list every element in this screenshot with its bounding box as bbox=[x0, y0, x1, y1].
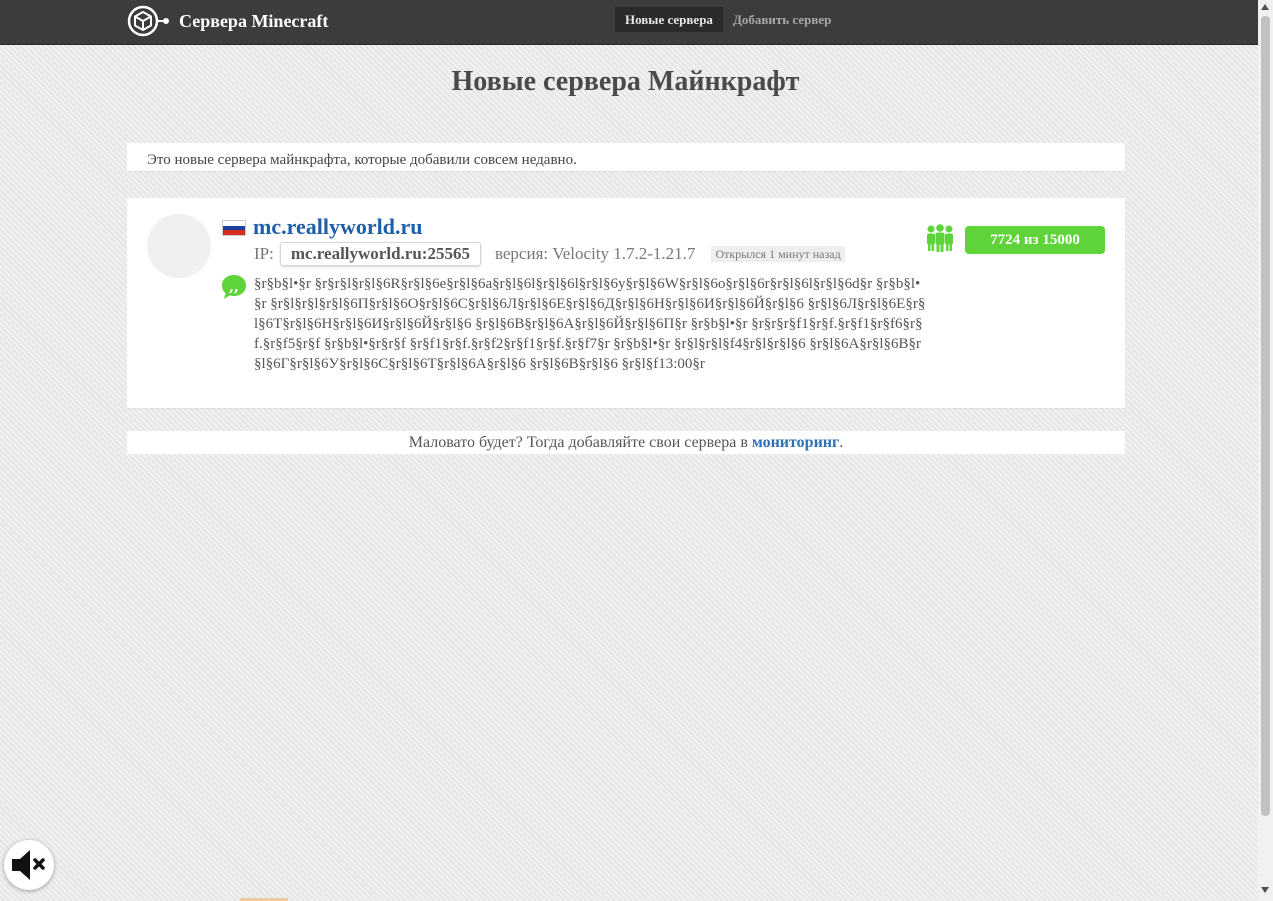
server-ip[interactable]: mc.reallyworld.ru:25565 bbox=[279, 242, 481, 266]
scroll-thumb[interactable] bbox=[1261, 16, 1270, 816]
nav-new-servers[interactable]: Новые сервера bbox=[615, 7, 723, 32]
server-motd: §r§b§l•§r §r§r§l§r§l§6R§r§l§6e§r§l§6a§r§… bbox=[254, 276, 926, 372]
footer-panel: Маловато будет? Тогда добавляйте свои се… bbox=[127, 431, 1125, 454]
scroll-down-arrow-icon[interactable] bbox=[1261, 887, 1269, 893]
ip-label: IP: bbox=[254, 244, 274, 263]
footer-text: Маловато будет? Тогда добавляйте свои се… bbox=[408, 434, 752, 451]
speaker-muted-icon bbox=[12, 850, 45, 880]
footer-text-end: . bbox=[839, 434, 844, 451]
players-icon bbox=[927, 224, 953, 252]
intro-text: Это новые сервера майнкрафта, которые до… bbox=[147, 152, 577, 168]
quote-icon: ,, bbox=[222, 275, 246, 299]
server-version: версия: Velocity 1.7.2-1.21.7 bbox=[494, 244, 696, 263]
main-nav: Новые сервера Добавить сервер bbox=[615, 7, 841, 32]
mute-button[interactable] bbox=[4, 840, 54, 890]
svg-text:,,: ,, bbox=[229, 279, 239, 295]
scroll-up-arrow-icon[interactable] bbox=[1261, 4, 1269, 10]
russia-flag-icon bbox=[222, 220, 246, 236]
cube-icon bbox=[127, 5, 169, 37]
opened-badge: Открылся 1 минут назад bbox=[711, 246, 845, 262]
nav-add-server[interactable]: Добавить сервер bbox=[723, 7, 841, 32]
scrollbar[interactable] bbox=[1258, 0, 1273, 901]
intro-panel: Это новые сервера майнкрафта, которые до… bbox=[127, 143, 1125, 171]
page-title: Новые сервера Майнкрафт bbox=[451, 66, 800, 97]
site-title: Сервера Minecraft bbox=[179, 10, 329, 31]
site-brand[interactable]: Сервера Minecraft bbox=[127, 4, 328, 38]
server-name-link[interactable]: mc.reallyworld.ru bbox=[253, 214, 422, 240]
server-info-line: IP: mc.reallyworld.ru:25565 версия: Velo… bbox=[254, 242, 845, 266]
players-count-badge: 7724 из 15000 bbox=[965, 226, 1105, 254]
top-navbar: Сервера Minecraft Новые сервера Добавить… bbox=[0, 0, 1258, 45]
page: Сервера Minecraft Новые сервера Добавить… bbox=[0, 0, 1258, 901]
server-avatar bbox=[147, 214, 211, 278]
server-card: mc.reallyworld.ru IP: mc.reallyworld.ru:… bbox=[127, 198, 1125, 408]
monitoring-link[interactable]: мониторинг bbox=[752, 434, 839, 451]
